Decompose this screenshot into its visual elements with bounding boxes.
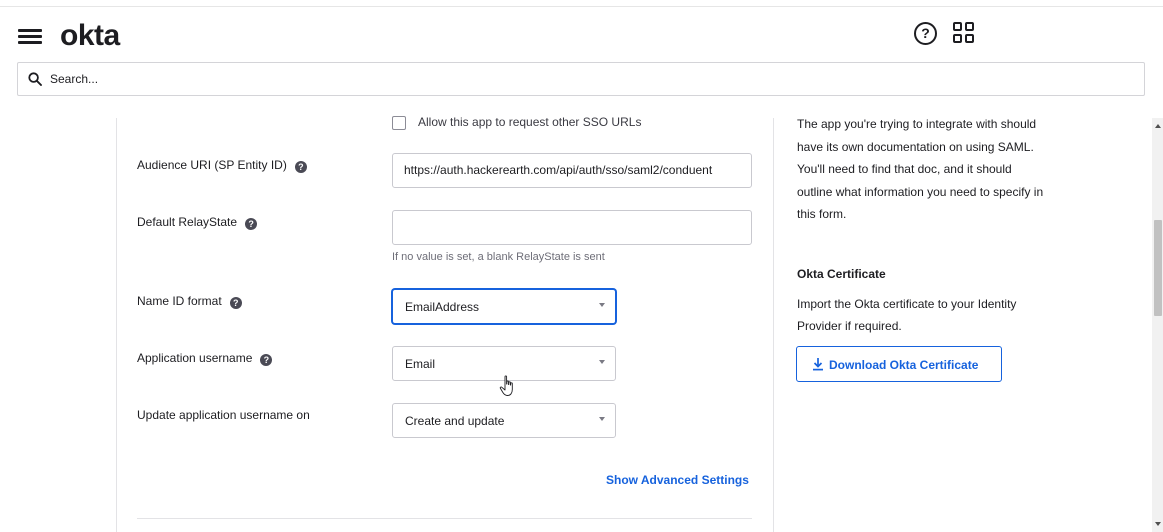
name-id-format-value: EmailAddress <box>405 300 480 314</box>
app-username-label: Application username? <box>137 351 273 366</box>
okta-logo[interactable]: okta <box>60 19 120 53</box>
relay-state-info-icon[interactable]: ? <box>245 218 258 230</box>
hand-pointer-icon <box>499 375 513 396</box>
audience-uri-info-icon[interactable]: ? <box>294 161 307 173</box>
chevron-down-icon <box>599 360 605 364</box>
main-content: Allow this app to request other SSO URLs… <box>0 100 1163 532</box>
app-username-value: Email <box>405 357 436 371</box>
sso-urls-checkbox[interactable] <box>392 116 406 130</box>
name-id-format-label-text: Name ID format <box>137 294 222 308</box>
hamburger-menu-icon[interactable] <box>18 27 42 45</box>
scroll-up-arrow-icon[interactable] <box>1155 124 1161 128</box>
name-id-format-info-icon[interactable]: ? <box>229 297 242 309</box>
chevron-down-icon <box>599 303 605 307</box>
section-divider <box>137 518 752 519</box>
audience-uri-label: Audience URI (SP Entity ID)? <box>137 158 307 173</box>
panel-left-border <box>116 118 117 532</box>
name-id-format-label: Name ID format? <box>137 294 242 309</box>
relay-state-label: Default RelayState? <box>137 215 258 230</box>
audience-uri-input[interactable]: https://auth.hackerearth.com/api/auth/ss… <box>392 153 752 188</box>
download-certificate-label: Download Okta Certificate <box>829 358 979 372</box>
relay-state-hint: If no value is set, a blank RelayState i… <box>392 251 605 263</box>
show-advanced-settings-link[interactable]: Show Advanced Settings <box>606 473 749 487</box>
panel-right-border <box>773 118 774 532</box>
relay-state-label-text: Default RelayState <box>137 215 238 229</box>
okta-certificate-title: Okta Certificate <box>797 267 886 281</box>
top-header: okta ? <box>0 0 1163 100</box>
apps-grid-icon[interactable] <box>953 22 975 44</box>
sso-urls-checkbox-label[interactable]: Allow this app to request other SSO URLs <box>418 115 641 129</box>
search-input[interactable] <box>50 68 1130 90</box>
help-icon[interactable]: ? <box>914 22 937 45</box>
update-username-value: Create and update <box>405 414 505 428</box>
app-username-label-text: Application username <box>137 351 253 365</box>
scroll-down-arrow-icon[interactable] <box>1155 522 1161 526</box>
vertical-scrollbar[interactable] <box>1152 118 1163 532</box>
top-divider <box>0 6 1163 7</box>
relay-state-input[interactable] <box>392 210 752 245</box>
update-username-select[interactable]: Create and update <box>392 403 616 438</box>
search-bar[interactable] <box>17 62 1145 96</box>
scrollbar-thumb[interactable] <box>1154 220 1162 316</box>
app-username-info-icon[interactable]: ? <box>260 354 273 366</box>
okta-certificate-text: Import the Okta certificate to your Iden… <box>797 297 1017 333</box>
saml-help-text: The app you're trying to integrate with … <box>797 117 1044 221</box>
chevron-down-icon <box>599 417 605 421</box>
download-certificate-button[interactable]: Download Okta Certificate <box>796 346 1002 382</box>
download-icon <box>813 358 823 371</box>
search-icon <box>28 72 42 86</box>
audience-uri-label-text: Audience URI (SP Entity ID) <box>137 158 287 172</box>
update-username-label-text: Update application username on <box>137 408 310 422</box>
update-username-label: Update application username on <box>137 408 310 422</box>
name-id-format-select[interactable]: EmailAddress <box>392 289 616 324</box>
